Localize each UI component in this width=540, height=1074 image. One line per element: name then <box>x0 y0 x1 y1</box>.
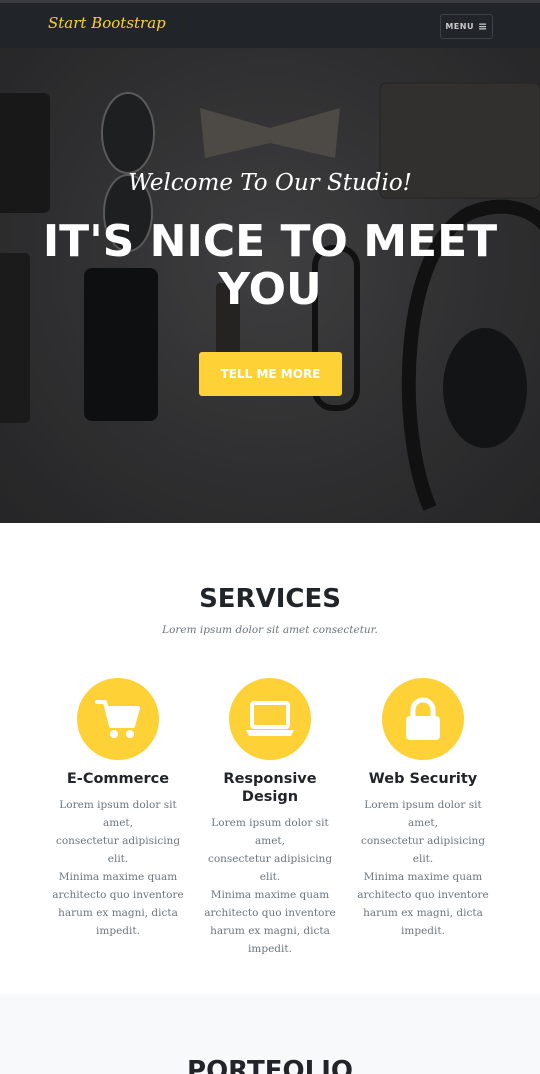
service-description: Lorem ipsum dolor sit amet, consectetur … <box>52 799 184 937</box>
shopping-cart-icon <box>95 700 140 738</box>
tell-me-more-button[interactable]: TELL ME MORE <box>199 352 342 396</box>
service-responsive-design: Responsive Design Lorem ipsum dolor sit … <box>200 678 340 958</box>
hero-heading-line2: YOU <box>218 264 322 315</box>
hero-subheading: Welcome To Our Studio! <box>128 170 412 196</box>
service-web-security: Web Security Lorem ipsum dolor sit amet,… <box>353 678 493 940</box>
hero-section: Welcome To Our Studio! IT'S NICE TO MEET… <box>0 48 540 523</box>
service-icon-circle <box>382 678 464 760</box>
hero-heading: IT'S NICE TO MEET YOU <box>0 218 540 314</box>
hero-heading-line1: IT'S NICE TO MEET <box>42 216 498 267</box>
menu-button[interactable]: MENU ≡ <box>440 14 493 39</box>
service-icon-circle <box>77 678 159 760</box>
portfolio-title: PORTFOLIO <box>187 1056 353 1074</box>
menu-label: MENU <box>445 22 474 31</box>
laptop-icon <box>246 701 294 736</box>
service-title: Web Security <box>368 771 478 787</box>
navbar: Start Bootstrap MENU ≡ <box>0 3 540 48</box>
brand-logo[interactable]: Start Bootstrap <box>48 14 166 32</box>
service-description: Lorem ipsum dolor sit amet, consectetur … <box>204 817 336 955</box>
services-title: SERVICES <box>199 584 341 614</box>
service-ecommerce: E-Commerce Lorem ipsum dolor sit amet, c… <box>48 678 188 940</box>
lock-icon <box>406 697 440 740</box>
service-title: Responsive Design <box>223 771 317 805</box>
portfolio-section: PORTFOLIO <box>0 994 540 1074</box>
service-description: Lorem ipsum dolor sit amet, consectetur … <box>357 799 489 937</box>
hero-text: Welcome To Our Studio! IT'S NICE TO MEET… <box>0 48 540 523</box>
service-icon-circle <box>229 678 311 760</box>
hamburger-icon: ≡ <box>477 20 488 33</box>
service-title: E-Commerce <box>66 771 170 787</box>
services-subtitle: Lorem ipsum dolor sit amet consectetur. <box>162 624 378 636</box>
